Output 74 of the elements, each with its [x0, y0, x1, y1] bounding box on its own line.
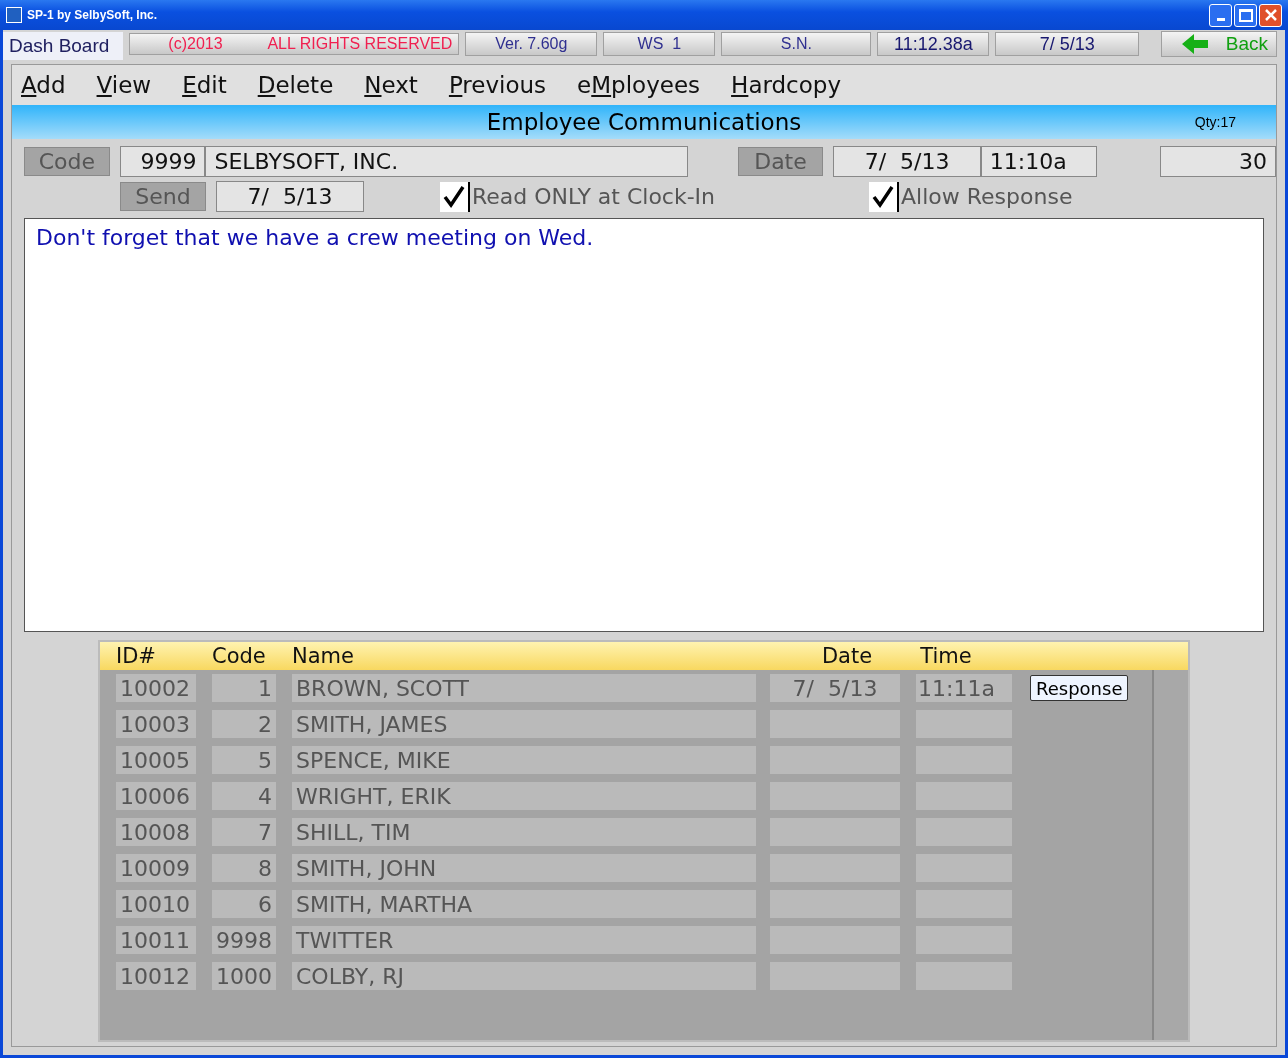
table-cell: SMITH, JOHN — [292, 854, 756, 882]
table-cell: BROWN, SCOTT — [292, 674, 756, 702]
table-cell: 8 — [212, 854, 276, 882]
column-header: ID# — [115, 644, 157, 668]
clock-panel: 11:12.38a — [877, 32, 990, 56]
table-cell: 7/ 5/13 — [770, 674, 900, 702]
column-header: Name — [292, 644, 355, 668]
table-cell: 2 — [212, 710, 276, 738]
table-cell: 10010 — [116, 890, 196, 918]
maximize-icon[interactable] — [1234, 3, 1257, 27]
table-cell: 10006 — [116, 782, 196, 810]
app-logo-icon — [6, 7, 22, 23]
table-cell: SMITH, JAMES — [292, 710, 756, 738]
table-cell: 10009 — [116, 854, 196, 882]
table-cell: 7 — [212, 818, 276, 846]
table-cell: 10011 — [116, 926, 196, 954]
workstation-panel: WS 1 — [603, 32, 716, 56]
response-button[interactable]: Response — [1030, 675, 1129, 701]
scrollbar[interactable] — [1152, 670, 1188, 1040]
table-cell: 11:11a — [916, 674, 1012, 702]
column-header: Code — [211, 644, 267, 668]
rights-text: ALL RIGHTS RESERVED — [267, 35, 453, 53]
copyright-text: (c)2013 — [168, 35, 223, 53]
menu-item[interactable]: Edit — [182, 72, 227, 98]
table-cell: SHILL, TIM — [292, 818, 756, 846]
code-field[interactable]: 9999 — [119, 146, 206, 177]
menu-item[interactable]: Next — [364, 72, 418, 98]
table-cell: SPENCE, MIKE — [292, 746, 756, 774]
table-cell: 4 — [212, 782, 276, 810]
header-title: Employee Communications — [486, 109, 802, 135]
column-header: Date — [820, 644, 874, 668]
menu-item[interactable]: Hardcopy — [731, 72, 842, 98]
dashboard-tab[interactable]: Dash Board — [3, 31, 124, 60]
send-date-field[interactable]: 7/ 5/13 — [216, 181, 364, 212]
table-cell: 10003 — [116, 710, 196, 738]
minimize-icon[interactable] — [1209, 3, 1232, 27]
menu-item[interactable]: View — [96, 72, 152, 98]
message-text[interactable]: Don't forget that we have a crew meeting on Wed. — [24, 218, 1264, 632]
checkbox[interactable] — [440, 181, 470, 212]
table-cell: 10005 — [116, 746, 196, 774]
table-cell: 6 — [212, 890, 276, 918]
table-cell: 1 — [212, 674, 276, 702]
menu-item[interactable]: Previous — [448, 72, 547, 98]
table-cell: 1000 — [212, 962, 276, 990]
quantity-label: Qty:17 — [1194, 114, 1236, 130]
company-field[interactable]: SELBYSOFT, INC. — [205, 146, 688, 177]
table-cell: 10012 — [116, 962, 196, 990]
table-cell: WRIGHT, ERIK — [292, 782, 756, 810]
column-header: Time — [919, 644, 973, 668]
date-label: Date — [737, 147, 824, 176]
version-panel: Ver. 7.60g — [465, 32, 598, 56]
table-cell: 9998 — [212, 926, 276, 954]
send-label: Send — [120, 182, 206, 211]
table-cell: SMITH, MARTHA — [292, 890, 756, 918]
serial-panel: S.N. — [721, 32, 872, 56]
table-cell: 5 — [212, 746, 276, 774]
checkbox-label: Read ONLY at Clock-In — [472, 184, 716, 209]
close-icon[interactable] — [1259, 3, 1282, 27]
table-cell: TWITTER — [292, 926, 756, 954]
days-field[interactable]: 30 — [1160, 146, 1276, 177]
arrow-icon — [1182, 34, 1208, 54]
menu-item[interactable]: Add — [21, 72, 66, 98]
time-field[interactable]: 11:10a — [980, 146, 1097, 177]
menu-item[interactable]: eMployees — [577, 72, 701, 98]
menu-item[interactable]: Delete — [257, 72, 334, 98]
table-cell: 10002 — [116, 674, 196, 702]
checkbox[interactable] — [869, 181, 900, 212]
date-field[interactable]: 7/ 5/13 — [833, 146, 981, 177]
date-panel: 7/ 5/13 — [995, 32, 1140, 56]
window-title: SP-1 by SelbySoft, Inc. — [27, 8, 159, 22]
code-label: Code — [24, 147, 110, 176]
table-cell: 10008 — [116, 818, 196, 846]
table-cell: COLBY, RJ — [292, 962, 756, 990]
checkbox-label: Allow Response — [901, 184, 1073, 209]
